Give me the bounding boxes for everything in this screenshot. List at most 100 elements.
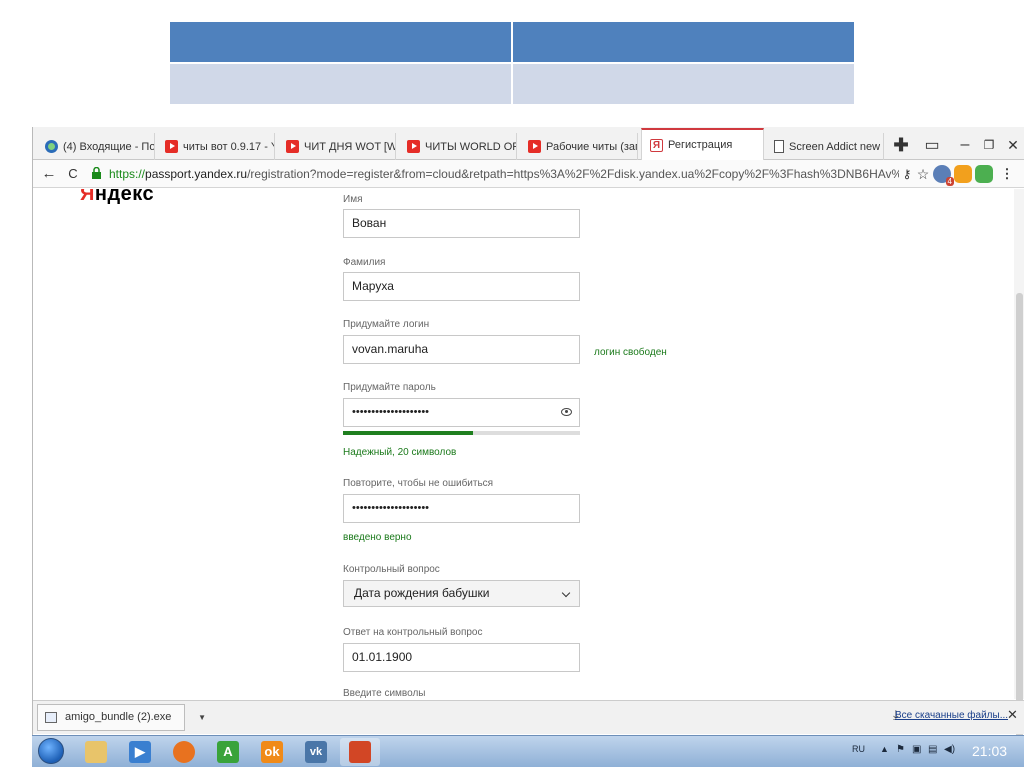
tab-youtube-3[interactable]: ЧИТЫ WORLD OF TANKS <box>399 133 517 160</box>
youtube-icon <box>165 140 178 153</box>
extension-badge: 4 <box>945 177 954 186</box>
odnoklassniki-icon[interactable]: ok <box>252 738 292 766</box>
extension-icon[interactable]: 4 <box>933 165 954 186</box>
chevron-down-icon <box>561 588 571 598</box>
start-button[interactable] <box>38 738 64 764</box>
yandex-logo: Яндекс <box>80 189 155 205</box>
firefox-icon[interactable] <box>164 738 204 766</box>
tab-mail[interactable]: (4) Входящие - Почта Mail.Ru <box>37 133 155 160</box>
eye-icon[interactable] <box>561 408 572 416</box>
scrollbar[interactable] <box>1014 189 1024 753</box>
language-indicator[interactable]: RU <box>852 744 865 754</box>
answer-label: Ответ на контрольный вопрос <box>343 627 483 638</box>
taskbar: ▶ A ok vk RU ▲ ⚑ ▣ ▤ ◀) 21:03 <box>32 735 1024 767</box>
address-bar: ← C https://passport.yandex.ru/registrat… <box>33 160 1024 188</box>
download-filename: amigo_bundle (2).exe <box>65 711 172 723</box>
last-name-label: Фамилия <box>343 257 386 268</box>
youtube-icon <box>407 140 420 153</box>
captcha-label: Введите символы <box>343 688 426 699</box>
restore-icon[interactable]: ❐ <box>976 133 1002 157</box>
table-cell <box>513 64 854 104</box>
evernote-icon[interactable] <box>975 165 993 183</box>
security-question-select[interactable]: Дата рождения бабушки <box>343 580 580 607</box>
show-hidden-icons-icon[interactable]: ▲ <box>880 744 889 754</box>
media-player-icon[interactable]: ▶ <box>120 738 160 766</box>
tab-label: (4) Входящие - Почта Mail.Ru <box>63 140 155 153</box>
chat-extension-icon[interactable] <box>954 165 972 183</box>
table-header-cell <box>170 22 511 62</box>
tab-youtube-1[interactable]: читы вот 0.9.17 - YouTube <box>157 133 275 160</box>
first-name-label: Имя <box>343 194 363 205</box>
flag-icon[interactable]: ⚑ <box>896 744 905 755</box>
vk-icon[interactable]: vk <box>296 738 336 766</box>
table-cell <box>170 64 511 104</box>
password-strength-fill <box>343 431 474 435</box>
tab-registration[interactable]: Я Регистрация <box>641 128 764 160</box>
minimize-icon[interactable]: – <box>952 133 978 157</box>
password-strength-bar <box>343 431 580 435</box>
password-label: Придумайте пароль <box>343 382 436 393</box>
volume-icon[interactable]: ◀) <box>944 744 955 755</box>
chevron-down-icon[interactable]: ▼ <box>198 705 206 730</box>
answer-field[interactable]: 01.01.1900 <box>343 643 580 672</box>
browser-window: (4) Входящие - Почта Mail.Ru читы вот 0.… <box>32 127 1024 767</box>
document-icon <box>774 140 784 153</box>
tab-label: ЧИТ ДНЯ WOT [WORLD <box>304 140 395 153</box>
star-icon[interactable]: ☆ <box>913 164 933 184</box>
confirm-password-field[interactable]: •••••••••••••••••••• <box>343 494 580 523</box>
back-icon[interactable]: ← <box>39 164 59 184</box>
tab-list-icon[interactable]: ▭ <box>919 133 945 157</box>
tab-youtube-4[interactable]: Рабочие читы (запрещ <box>520 133 638 160</box>
clock[interactable]: 21:03 <box>972 743 1007 759</box>
tab-label: Регистрация <box>668 139 733 151</box>
new-tab-icon[interactable]: ✚ <box>888 133 914 157</box>
slide-header-table <box>170 22 854 104</box>
youtube-icon <box>286 140 299 153</box>
scrollbar-thumb[interactable] <box>1016 293 1023 753</box>
yandex-icon: Я <box>650 138 663 152</box>
tab-youtube-2[interactable]: ЧИТ ДНЯ WOT [WORLD <box>278 133 396 160</box>
confirm-password-label: Повторите, чтобы не ошибиться <box>343 478 494 489</box>
download-item[interactable]: amigo_bundle (2).exe ▼ <box>37 704 206 731</box>
explorer-icon[interactable] <box>76 738 116 766</box>
close-icon[interactable]: ✕ <box>1000 133 1024 157</box>
table-row <box>170 64 854 104</box>
show-all-downloads-link[interactable]: Все скачанные файлы... <box>895 710 1008 721</box>
network-icon[interactable]: ▣ <box>912 744 921 755</box>
password-field[interactable]: •••••••••••••••••••• <box>343 398 580 427</box>
youtube-icon <box>528 140 541 153</box>
screen: (4) Входящие - Почта Mail.Ru читы вот 0.… <box>0 0 1024 767</box>
tab-label: ЧИТЫ WORLD OF TANKS <box>425 140 516 153</box>
close-icon[interactable]: ✕ <box>1007 707 1018 723</box>
tab-strip: (4) Входящие - Почта Mail.Ru читы вот 0.… <box>33 127 1024 160</box>
login-field[interactable]: vovan.maruha <box>343 335 580 364</box>
file-icon <box>45 712 57 723</box>
tab-label: читы вот 0.9.17 - YouTube <box>183 140 274 153</box>
url-path: /registration?mode=register&from=cloud&r… <box>247 167 899 181</box>
first-name-field[interactable]: Вован <box>343 209 580 238</box>
login-status: логин свободен <box>594 347 667 358</box>
tab-label: Screen Addict new tab <box>789 140 883 153</box>
battery-icon[interactable]: ▤ <box>928 744 937 755</box>
tab-screen-addict[interactable]: Screen Addict new tab <box>766 133 884 160</box>
lock-icon <box>92 167 101 179</box>
table-header-row <box>170 22 854 62</box>
security-question-value: Дата рождения бабушки <box>354 586 490 600</box>
url-scheme: https:// <box>109 167 146 181</box>
table-header-cell <box>513 22 854 62</box>
url-field[interactable]: https://passport.yandex.ru/registration?… <box>109 164 899 184</box>
mail-icon <box>45 140 58 153</box>
amigo-icon[interactable]: A <box>208 738 248 766</box>
url-host: passport.yandex.ru <box>145 167 248 181</box>
password-strength-text: Надежный, 20 символов <box>343 447 457 458</box>
reload-icon[interactable]: C <box>63 164 83 184</box>
tab-label: Рабочие читы (запрещ <box>546 140 637 153</box>
confirm-status: введено верно <box>343 532 412 543</box>
login-label: Придумайте логин <box>343 319 430 330</box>
download-bar: amigo_bundle (2).exe ▼ ⤓ Все скачанные ф… <box>33 700 1024 734</box>
password-mask: •••••••••••••••••••• <box>352 406 430 418</box>
registration-page: Яндекс Имя Вован Фамилия Маруха Придумай… <box>33 189 1015 701</box>
menu-icon[interactable]: ⋮ <box>997 164 1017 184</box>
last-name-field[interactable]: Маруха <box>343 272 580 301</box>
presentation-icon[interactable] <box>340 738 380 766</box>
